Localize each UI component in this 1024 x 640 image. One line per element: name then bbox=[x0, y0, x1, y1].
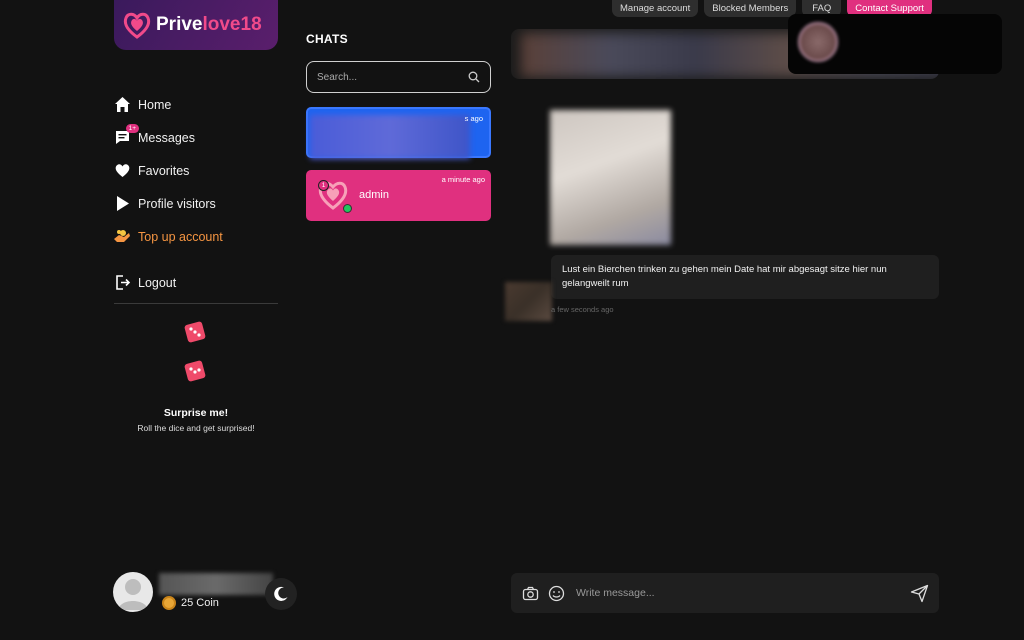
sidebar-item-label: Top up account bbox=[138, 229, 223, 244]
brand-logo[interactable]: Privelove18 bbox=[114, 0, 278, 50]
coin-balance-label: 25 Coin bbox=[181, 597, 219, 609]
sidebar-divider bbox=[114, 303, 278, 304]
heart-logo-icon bbox=[123, 12, 151, 39]
chat-name: admin bbox=[359, 189, 389, 201]
search-input[interactable] bbox=[317, 71, 468, 83]
chat-time: s ago bbox=[464, 114, 483, 123]
message-input[interactable] bbox=[576, 587, 908, 599]
username-blurred bbox=[159, 573, 273, 595]
sidebar-item-label: Favorites bbox=[138, 163, 190, 178]
sender-avatar-blurred[interactable] bbox=[505, 282, 552, 321]
brand-name: Privelove18 bbox=[156, 14, 262, 35]
message-bubble: Lust ein Bierchen trinken zu gehen mein … bbox=[551, 255, 939, 299]
blurred-contact bbox=[310, 115, 470, 159]
surprise-title: Surprise me! bbox=[163, 407, 229, 419]
sidebar-item-top-up[interactable]: Top up account bbox=[113, 220, 283, 253]
message-time: a few seconds ago bbox=[551, 305, 614, 314]
sidebar-item-favorites[interactable]: Favorites bbox=[113, 154, 283, 187]
home-icon bbox=[113, 96, 131, 114]
sidebar-item-label: Home bbox=[138, 97, 172, 112]
logout-button[interactable]: Logout bbox=[113, 266, 176, 299]
coin-balance: 25 Coin bbox=[162, 596, 219, 610]
dice-icon[interactable] bbox=[183, 359, 207, 383]
heart-icon bbox=[113, 162, 131, 180]
emoji-icon[interactable] bbox=[546, 583, 566, 603]
message-composer bbox=[511, 573, 939, 613]
sidebar-item-label: Profile visitors bbox=[138, 196, 216, 211]
online-status-dot bbox=[343, 204, 352, 213]
coin-icon bbox=[162, 596, 176, 610]
surprise-subtitle: Roll the dice and get surprised! bbox=[137, 423, 255, 433]
dice-icon[interactable] bbox=[183, 320, 207, 344]
search-box bbox=[306, 61, 491, 93]
chat-time: a minute ago bbox=[441, 175, 485, 184]
sidebar-item-messages[interactable]: 1+ Messages bbox=[113, 121, 283, 154]
theme-toggle-button[interactable] bbox=[265, 578, 297, 610]
coins-icon bbox=[113, 228, 131, 246]
blocked-members-button[interactable]: Blocked Members bbox=[704, 0, 797, 17]
sidebar-item-home[interactable]: Home bbox=[113, 88, 283, 121]
profile-popup[interactable] bbox=[788, 14, 1002, 74]
unread-count-badge: 1 bbox=[318, 180, 329, 191]
play-icon bbox=[113, 195, 131, 213]
chats-title: CHATS bbox=[306, 32, 348, 46]
sidebar-item-label: Messages bbox=[138, 130, 195, 145]
logout-icon bbox=[113, 274, 131, 292]
user-profile[interactable]: 25 Coin bbox=[113, 572, 273, 612]
shared-photo-blurred[interactable] bbox=[550, 110, 671, 245]
sidebar-nav: Home 1+ Messages Favorites Profile visit… bbox=[113, 88, 283, 253]
moon-icon bbox=[274, 586, 288, 601]
chat-list-item[interactable]: 1 admin a minute ago bbox=[306, 170, 491, 221]
sidebar-item-profile-visitors[interactable]: Profile visitors bbox=[113, 187, 283, 220]
send-icon[interactable] bbox=[908, 582, 930, 604]
search-icon[interactable] bbox=[468, 71, 480, 83]
chat-list-item[interactable]: s ago bbox=[306, 107, 491, 159]
avatar[interactable] bbox=[113, 572, 153, 612]
chat-icon: 1+ bbox=[113, 123, 139, 147]
user-placeholder-icon bbox=[118, 579, 148, 610]
popup-avatar bbox=[798, 22, 838, 62]
unread-badge: 1+ bbox=[125, 123, 139, 133]
manage-account-button[interactable]: Manage account bbox=[612, 0, 699, 17]
camera-icon[interactable] bbox=[520, 583, 540, 603]
logout-label: Logout bbox=[138, 275, 177, 290]
